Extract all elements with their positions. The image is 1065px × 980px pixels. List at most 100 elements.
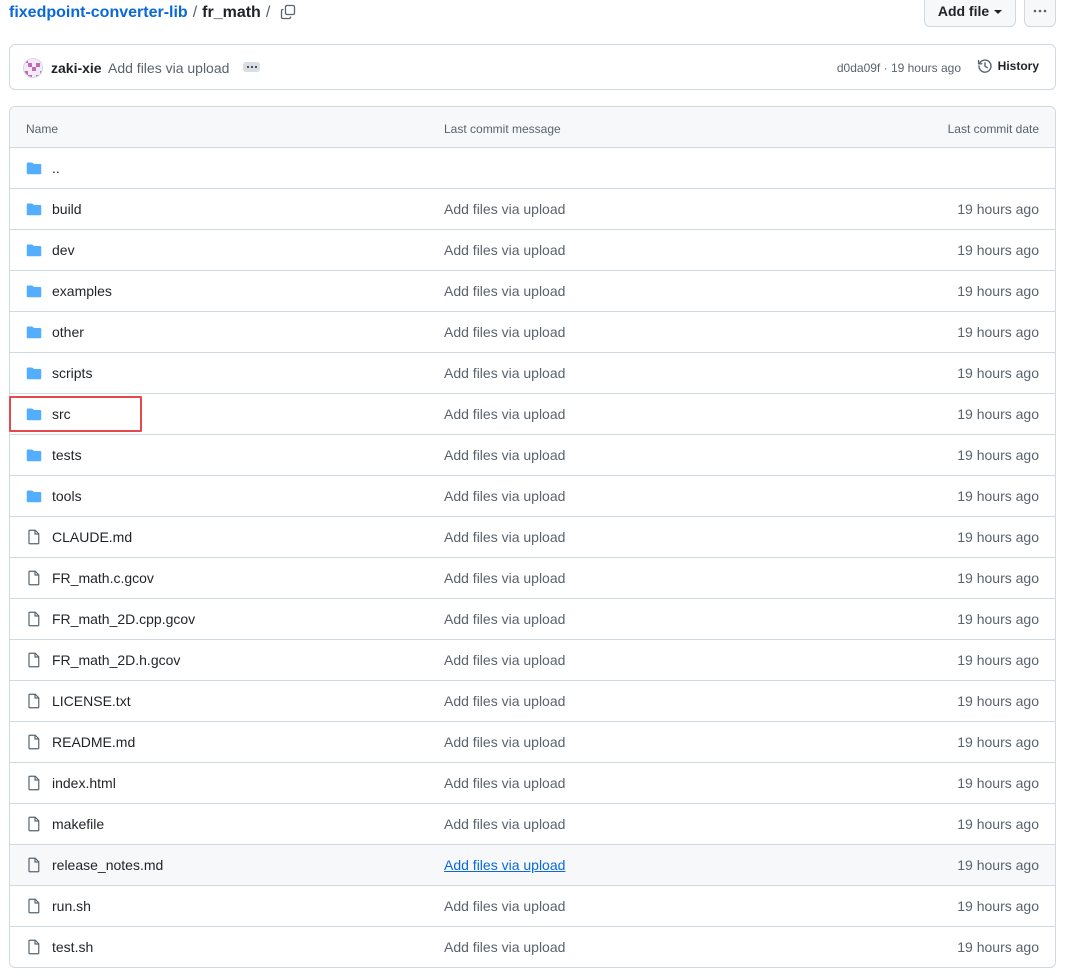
- file-name-link[interactable]: FR_math_2D.h.gcov: [52, 652, 180, 668]
- avatar[interactable]: [23, 58, 43, 78]
- copy-path-button[interactable]: [278, 2, 298, 22]
- file-name-link[interactable]: README.md: [52, 734, 135, 750]
- expand-commit-message-button[interactable]: [243, 62, 260, 72]
- file-icon: [26, 529, 42, 545]
- commit-meta: d0da09f · 19 hours ago: [837, 61, 961, 75]
- commit-message-link[interactable]: Add files via upload: [444, 857, 565, 873]
- file-name-link[interactable]: release_notes.md: [52, 857, 163, 873]
- folder-icon: [26, 283, 42, 299]
- file-name-link[interactable]: FR_math.c.gcov: [52, 570, 154, 586]
- commit-date: 19 hours ago: [957, 570, 1039, 586]
- commit-date: 19 hours ago: [957, 447, 1039, 463]
- file-name-link[interactable]: tests: [52, 447, 82, 463]
- table-row[interactable]: CLAUDE.md Add files via upload 19 hours ag…: [10, 517, 1055, 558]
- table-row[interactable]: run.sh Add files via upload 19 hours ago: [10, 886, 1055, 927]
- file-icon: [26, 734, 42, 750]
- commit-message-link[interactable]: Add files via upload: [444, 324, 565, 340]
- commit-message-link[interactable]: Add files via upload: [444, 693, 565, 709]
- breadcrumb-trailing-separator: /: [265, 4, 271, 21]
- file-icon: [26, 939, 42, 955]
- commit-message-link[interactable]: Add files via upload: [444, 816, 565, 832]
- table-row[interactable]: build Add files via upload 19 hours ago: [10, 189, 1055, 230]
- commit-message-link[interactable]: Add files via upload: [444, 447, 565, 463]
- commit-message-link[interactable]: Add files via upload: [444, 406, 565, 422]
- folder-icon: [26, 406, 42, 422]
- table-row[interactable]: index.html Add files via upload 19 hours a…: [10, 763, 1055, 804]
- commit-date: 19 hours ago: [957, 816, 1039, 832]
- file-table-body: .. build Add files via upload 19 hours ago d…: [10, 148, 1055, 967]
- commit-time: 19 hours ago: [890, 61, 961, 75]
- file-name-link[interactable]: dev: [52, 242, 75, 258]
- commit-date: 19 hours ago: [957, 857, 1039, 873]
- commit-message-link[interactable]: Add files via upload: [444, 734, 565, 750]
- table-row[interactable]: release_notes.md Add files via upload 19 h…: [10, 845, 1055, 886]
- table-row[interactable]: examples Add files via upload 19 hours ago: [10, 271, 1055, 312]
- commit-message-link[interactable]: Add files via upload: [444, 488, 565, 504]
- table-row[interactable]: test.sh Add files via upload 19 hours ago: [10, 927, 1055, 967]
- file-icon: [26, 775, 42, 791]
- commit-message-link[interactable]: Add files via upload: [108, 60, 229, 76]
- avatar-identicon: [24, 59, 42, 77]
- commit-message-link[interactable]: Add files via upload: [444, 283, 565, 299]
- history-label: History: [997, 59, 1039, 73]
- folder-icon: [26, 324, 42, 340]
- commit-message-link[interactable]: Add files via upload: [444, 570, 565, 586]
- commit-message-link[interactable]: Add files via upload: [444, 529, 565, 545]
- table-row[interactable]: makefile Add files via upload 19 hours ago: [10, 804, 1055, 845]
- commit-message-link[interactable]: Add files via upload: [444, 939, 565, 955]
- add-file-button[interactable]: Add file: [924, 0, 1016, 27]
- breadcrumb-separator: /: [192, 4, 198, 21]
- table-row[interactable]: tools Add files via upload 19 hours ago: [10, 476, 1055, 517]
- history-button[interactable]: History: [977, 58, 1039, 74]
- table-row[interactable]: scripts Add files via upload 19 hours ago: [10, 353, 1055, 394]
- commit-date: 19 hours ago: [957, 734, 1039, 750]
- more-options-button[interactable]: [1024, 0, 1056, 27]
- file-name-link[interactable]: run.sh: [52, 898, 91, 914]
- commit-date: 19 hours ago: [957, 939, 1039, 955]
- file-table-header: Name Last commit message Last commit dat…: [10, 107, 1055, 148]
- file-icon: [26, 652, 42, 668]
- table-row[interactable]: tests Add files via upload 19 hours ago: [10, 435, 1055, 476]
- commit-message-link[interactable]: Add files via upload: [444, 365, 565, 381]
- table-row[interactable]: src Add files via upload 19 hours ago: [10, 394, 1055, 435]
- file-name-link[interactable]: tools: [52, 488, 82, 504]
- table-row[interactable]: FR_math_2D.cpp.gcov Add files via upload 1…: [10, 599, 1055, 640]
- table-row[interactable]: LICENSE.txt Add files via upload 19 hours …: [10, 681, 1055, 722]
- file-name-link[interactable]: other: [52, 324, 84, 340]
- file-name-link[interactable]: build: [52, 201, 82, 217]
- file-name-link[interactable]: makefile: [52, 816, 104, 832]
- commit-message-link[interactable]: Add files via upload: [444, 611, 565, 627]
- file-name-link[interactable]: ..: [52, 160, 60, 176]
- commit-message-link[interactable]: Add files via upload: [444, 652, 565, 668]
- commit-author-link[interactable]: zaki-xie: [51, 60, 102, 76]
- commit-meta-separator: ·: [880, 61, 891, 75]
- commit-message-link[interactable]: Add files via upload: [444, 898, 565, 914]
- table-row[interactable]: README.md Add files via upload 19 hours ag…: [10, 722, 1055, 763]
- table-row[interactable]: FR_math_2D.h.gcov Add files via upload 19 …: [10, 640, 1055, 681]
- table-row[interactable]: ..: [10, 148, 1055, 189]
- file-name-link[interactable]: CLAUDE.md: [52, 529, 132, 545]
- file-name-link[interactable]: scripts: [52, 365, 92, 381]
- top-bar: fixedpoint-converter-lib / fr_math / Add…: [0, 0, 1065, 34]
- file-name-link[interactable]: src: [52, 406, 71, 422]
- file-name-link[interactable]: examples: [52, 283, 112, 299]
- file-table: Name Last commit message Last commit dat…: [9, 106, 1056, 968]
- file-name-link[interactable]: test.sh: [52, 939, 93, 955]
- commit-sha-link[interactable]: d0da09f: [837, 61, 880, 75]
- file-icon: [26, 898, 42, 914]
- commit-message-link[interactable]: Add files via upload: [444, 201, 565, 217]
- commit-message-link[interactable]: Add files via upload: [444, 775, 565, 791]
- commit-message-link[interactable]: Add files via upload: [444, 242, 565, 258]
- table-row[interactable]: other Add files via upload 19 hours ago: [10, 312, 1055, 353]
- file-name-link[interactable]: index.html: [52, 775, 116, 791]
- file-name-link[interactable]: LICENSE.txt: [52, 693, 131, 709]
- copy-icon: [280, 4, 296, 20]
- file-icon: [26, 693, 42, 709]
- commit-date: 19 hours ago: [957, 693, 1039, 709]
- breadcrumb-repo-link[interactable]: fixedpoint-converter-lib: [9, 3, 188, 23]
- breadcrumb-current-directory: fr_math: [202, 4, 261, 21]
- table-row[interactable]: FR_math.c.gcov Add files via upload 19 hou…: [10, 558, 1055, 599]
- folder-icon: [26, 447, 42, 463]
- file-name-link[interactable]: FR_math_2D.cpp.gcov: [52, 611, 195, 627]
- table-row[interactable]: dev Add files via upload 19 hours ago: [10, 230, 1055, 271]
